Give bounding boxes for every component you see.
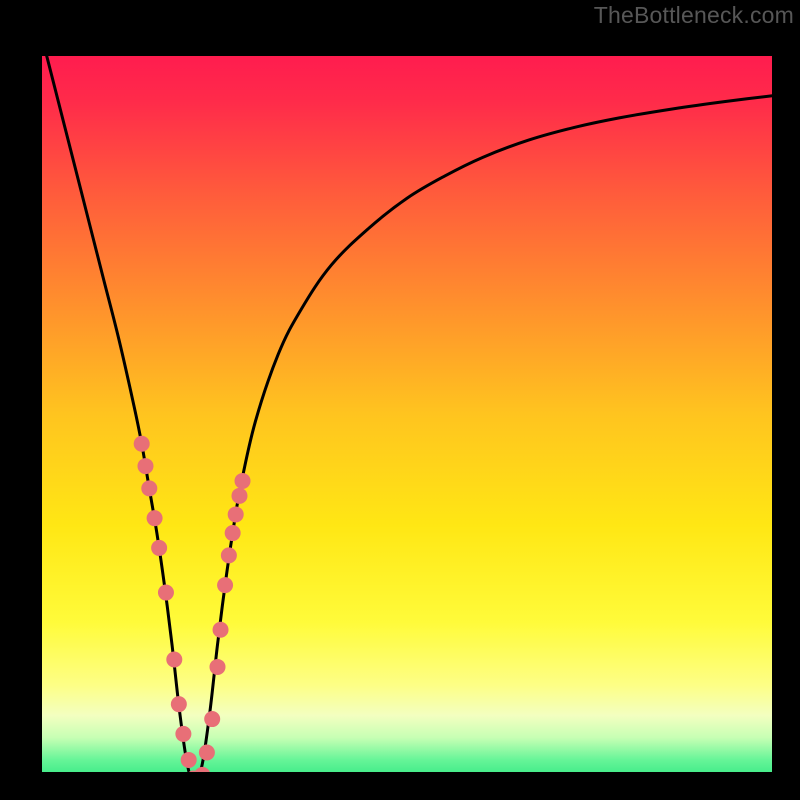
watermark-text: TheBottleneck.com — [594, 2, 794, 29]
chart-frame — [14, 28, 800, 800]
